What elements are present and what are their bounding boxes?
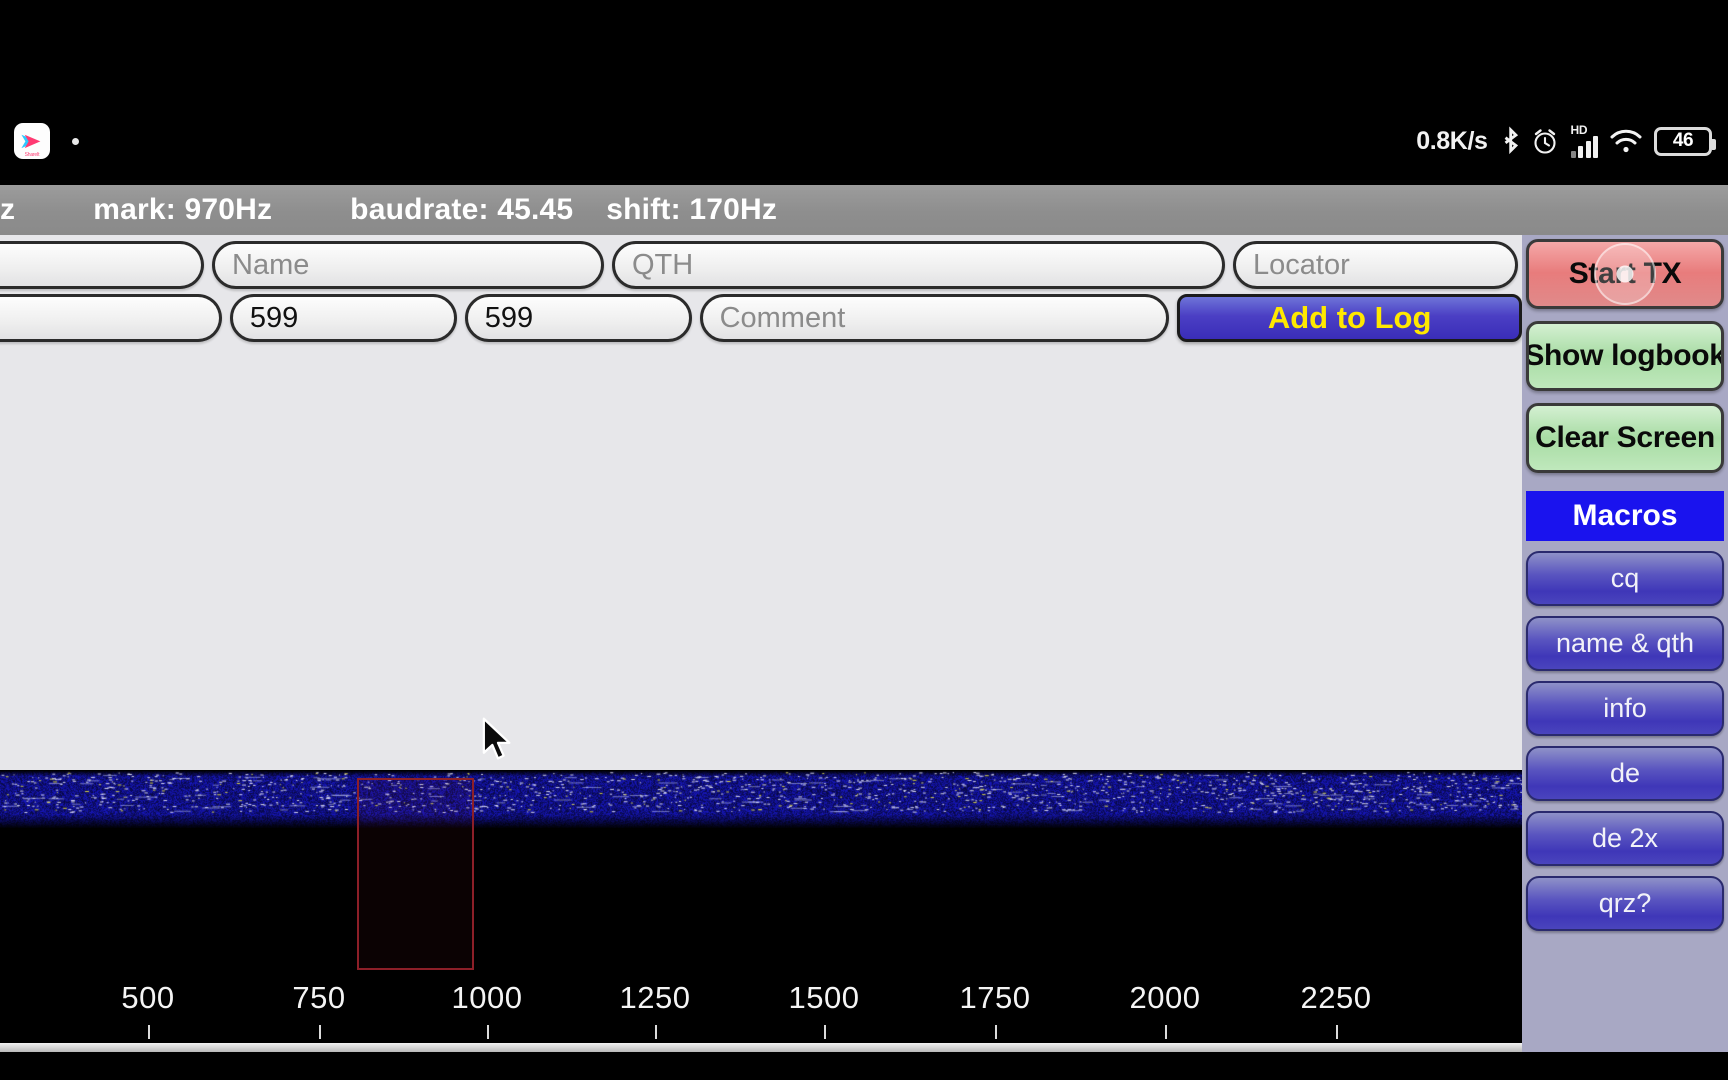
clear-screen-button[interactable]: Clear Screen [1526,403,1724,473]
axis-tick-mark [824,1025,826,1039]
start-tx-button[interactable]: Start TX [1526,239,1724,309]
qso-form-row-1: Name QTH Locator [0,235,1522,289]
macros-header: Macros [1526,491,1724,541]
freq-label-cut: z [0,193,15,227]
frequency-selection-box[interactable] [357,778,474,970]
macro-button-cq[interactable]: cq [1526,551,1724,606]
battery-indicator: 46 [1654,127,1712,156]
qso-form: Name QTH Locator 599 599 Comment Add to … [0,235,1522,342]
wifi-icon [1609,127,1643,155]
qso-form-row-2: 599 599 Comment Add to Log [0,289,1522,342]
macro-button-name-qth[interactable]: name & qth [1526,616,1724,671]
mark-frequency-label: mark: 970Hz [93,193,272,227]
axis-tick-label: 1750 [960,980,1031,1016]
axis-tick-label: 1500 [789,980,860,1016]
name-input[interactable]: Name [212,241,604,289]
status-bar-left: ➤ ShareIt [0,123,79,159]
touch-ripple-indicator [1594,243,1656,305]
mouse-cursor [481,717,515,763]
axis-tick-mark [319,1025,321,1039]
cellular-signal-icon: HD [1571,125,1599,158]
show-logbook-button[interactable]: Show logbook [1526,321,1724,391]
status-bar-right: 0.8K/s HD 46 [1416,125,1728,158]
callsign-input[interactable] [0,241,204,289]
hd-label: HD [1571,125,1588,136]
macro-button-qrz[interactable]: qrz? [1526,876,1724,931]
axis-tick-mark [1336,1025,1338,1039]
axis-tick-label: 2250 [1301,980,1372,1016]
alarm-clock-icon [1530,126,1560,156]
macro-button-info[interactable]: info [1526,681,1724,736]
axis-tick-label: 2000 [1130,980,1201,1016]
macro-button-de[interactable]: de [1526,746,1724,801]
locator-input[interactable]: Locator [1233,241,1518,289]
notification-dot-icon [72,138,79,145]
waterfall-noise-canvas [0,770,1522,828]
shift-label: shift: 170Hz [606,193,777,227]
share-app-icon: ➤ ShareIt [14,123,50,159]
add-to-log-button[interactable]: Add to Log [1177,294,1522,342]
network-speed-label: 0.8K/s [1416,127,1487,156]
axis-tick-label: 750 [292,980,345,1016]
bluetooth-icon [1499,126,1519,156]
axis-tick-mark [1165,1025,1167,1039]
screen-root: ➤ ShareIt 0.8K/s HD 46 z mark: 970Hz bau… [0,0,1728,1080]
waterfall-display[interactable] [0,770,1522,970]
rst-sent-input[interactable]: 599 [230,294,457,342]
axis-tick-mark [995,1025,997,1039]
comment-input[interactable]: Comment [700,294,1170,342]
rst-received-input[interactable]: 599 [465,294,692,342]
axis-tick-mark [148,1025,150,1039]
axis-tick-label: 1000 [452,980,523,1016]
modem-info-bar: z mark: 970Hz baudrate: 45.45 shift: 170… [0,185,1728,235]
axis-tick-label: 1250 [620,980,691,1016]
macro-button-de-2x[interactable]: de 2x [1526,811,1724,866]
android-status-bar: ➤ ShareIt 0.8K/s HD 46 [0,110,1728,172]
notch-area [0,0,1728,110]
battery-level-label: 46 [1673,130,1693,152]
bottom-black-bar [0,1052,1728,1080]
frequency-input[interactable] [0,294,222,342]
axis-tick-mark [487,1025,489,1039]
axis-tick-mark [655,1025,657,1039]
baudrate-label: baudrate: 45.45 [350,193,573,227]
qth-input[interactable]: QTH [612,241,1225,289]
control-side-panel: Start TX Show logbook Clear Screen Macro… [1522,235,1728,970]
axis-tick-label: 500 [121,980,174,1016]
axis-baseline [0,1043,1522,1052]
